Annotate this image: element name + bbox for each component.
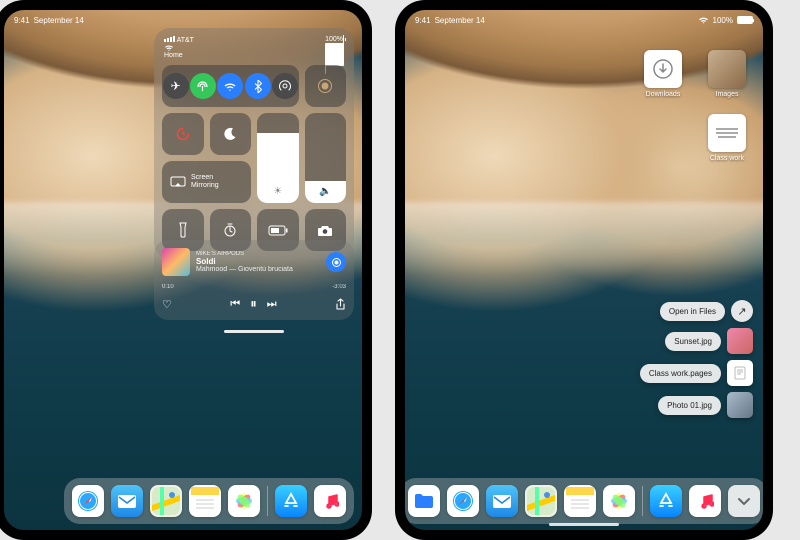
app-appstore[interactable]	[275, 485, 307, 517]
screen-right: 9:41 September 14 100% Downloads I	[405, 10, 763, 530]
file-pill[interactable]: Photo 01.jpg	[658, 396, 721, 415]
open-in-files-button[interactable]: Open in Files	[660, 302, 725, 321]
bluetooth-toggle[interactable]	[245, 73, 271, 99]
image-thumb	[708, 50, 746, 88]
folder-downloads[interactable]: Downloads	[641, 50, 685, 98]
app-photos[interactable]	[603, 485, 635, 517]
app-photos[interactable]	[228, 485, 260, 517]
status-time: 9:41	[14, 16, 30, 25]
status-bar: 9:41 September 14	[14, 13, 352, 27]
folder-images[interactable]: Images	[705, 50, 749, 98]
cc-home-indicator[interactable]	[224, 330, 284, 333]
cellular-toggle[interactable]	[190, 73, 216, 99]
app-notes[interactable]	[564, 485, 596, 517]
share-button[interactable]	[335, 298, 346, 311]
file-pill[interactable]: Sunset.jpg	[665, 332, 721, 351]
media-title: Soldi	[196, 257, 320, 266]
rotation-lock-toggle[interactable]	[162, 113, 204, 155]
file-thumb-doc[interactable]	[727, 360, 753, 386]
app-music[interactable]	[689, 485, 721, 517]
battery-icon	[737, 16, 753, 24]
app-safari[interactable]	[72, 485, 104, 517]
dock	[64, 478, 354, 524]
wifi-icon	[164, 44, 194, 52]
ipad-left: 9:41 September 14 AT&T Home 100%	[0, 0, 372, 540]
app-music[interactable]	[314, 485, 346, 517]
status-time: 9:41	[415, 16, 431, 25]
dock	[405, 478, 763, 524]
app-safari[interactable]	[447, 485, 479, 517]
app-appstore[interactable]	[650, 485, 682, 517]
play-pause-button[interactable]: ⏸	[250, 296, 257, 312]
prev-track-button[interactable]: ⏮	[230, 298, 240, 311]
app-show-more[interactable]	[728, 485, 760, 517]
screen-mirroring-button[interactable]: Screen Mirroring	[162, 161, 251, 203]
folder-label: Downloads	[646, 91, 681, 98]
file-thumb-photo[interactable]	[727, 392, 753, 418]
file-classwork[interactable]: Class work	[705, 114, 749, 162]
status-bar: 9:41 September 14 100%	[415, 13, 753, 27]
cc-status-row: AT&T Home 100%	[162, 36, 346, 59]
app-mail[interactable]	[486, 485, 518, 517]
wifi-icon	[698, 16, 709, 24]
mirror-icon	[170, 176, 186, 188]
download-icon	[644, 50, 682, 88]
dock-separator	[267, 486, 268, 516]
connectivity-tile[interactable]: ✈	[162, 65, 299, 107]
like-button[interactable]: ♡	[162, 298, 172, 311]
app-notes[interactable]	[189, 485, 221, 517]
dock-separator	[642, 486, 643, 516]
app-mail[interactable]	[111, 485, 143, 517]
signal-icon	[164, 36, 175, 42]
sun-icon: ☀	[273, 186, 282, 197]
cc-battery-pct: 100%	[325, 36, 343, 43]
speaker-icon: 🔈	[319, 186, 331, 197]
file-label: Class work	[710, 155, 744, 162]
folder-label: Images	[716, 91, 739, 98]
file-pill[interactable]: Class work.pages	[640, 364, 721, 383]
file-thumb-sunset[interactable]	[727, 328, 753, 354]
airdrop-toggle[interactable]	[272, 73, 298, 99]
wifi-toggle[interactable]	[217, 73, 243, 99]
airplane-toggle[interactable]: ✈	[163, 73, 189, 99]
status-battery-pct: 100%	[713, 16, 733, 25]
document-icon	[708, 114, 746, 152]
cc-wifi-name: Home	[164, 52, 183, 59]
mirror-label: Screen Mirroring	[191, 174, 219, 189]
open-arrow-button[interactable]: ↗	[731, 300, 753, 322]
now-playing-card[interactable]: Mike's AirPods Soldi Mahmood — Gioventù …	[154, 240, 354, 320]
status-date: September 14	[435, 16, 485, 25]
media-album: Gioventù bruciata	[238, 266, 293, 273]
desktop-items: Downloads Images	[641, 50, 749, 98]
time-remaining: -3:03	[332, 284, 346, 290]
app-maps[interactable]	[525, 485, 557, 517]
time-elapsed: 0:10	[162, 284, 174, 290]
focus-toggle[interactable]	[305, 65, 347, 107]
app-maps[interactable]	[150, 485, 182, 517]
brightness-slider[interactable]: ☀	[257, 113, 299, 203]
ipad-right: 9:41 September 14 100% Downloads I	[395, 0, 773, 540]
album-art	[162, 248, 190, 276]
app-files[interactable]	[408, 485, 440, 517]
media-source: Mike's AirPods	[196, 251, 320, 257]
context-stack: Open in Files ↗ Sunset.jpg Class work.pa…	[640, 300, 753, 418]
screen-left: 9:41 September 14 AT&T Home 100%	[4, 10, 362, 530]
status-date: September 14	[34, 16, 84, 25]
volume-slider[interactable]: 🔈	[305, 113, 347, 203]
control-center: AT&T Home 100% ✈	[154, 28, 354, 259]
media-artist: Mahmood	[196, 266, 227, 273]
dnd-toggle[interactable]	[210, 113, 252, 155]
airplay-button[interactable]	[326, 252, 346, 272]
next-track-button[interactable]: ⏭	[267, 298, 277, 311]
cc-carrier: AT&T	[177, 37, 194, 44]
